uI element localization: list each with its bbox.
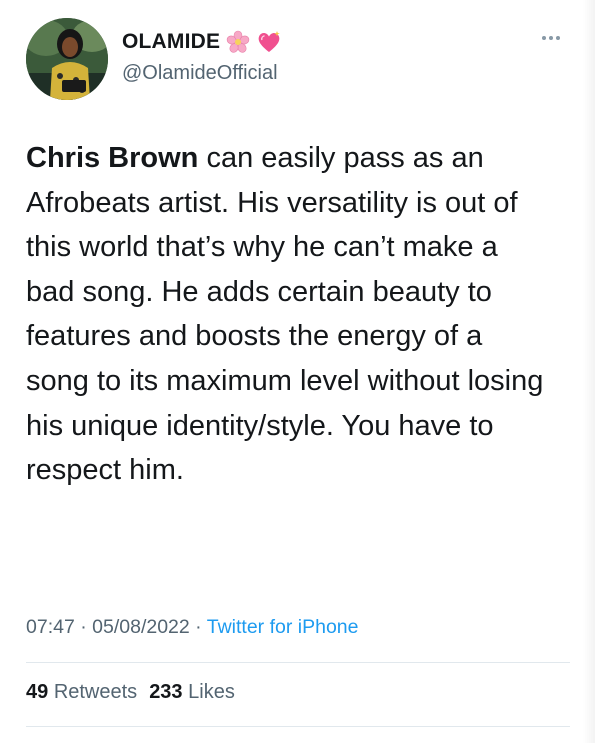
divider — [26, 662, 570, 663]
meta-separator: · — [189, 616, 207, 638]
more-dot — [556, 36, 560, 40]
likes-count: 233 — [149, 681, 183, 703]
avatar[interactable] — [26, 18, 108, 100]
likes-label: Likes — [188, 681, 235, 703]
tweet-time[interactable]: 07:47 — [26, 616, 75, 638]
tweet-text-lead: Chris Brown — [26, 142, 199, 174]
retweets-label: Retweets — [53, 681, 138, 703]
sparkling-heart-icon — [256, 30, 282, 54]
more-options-icon[interactable] — [542, 36, 560, 40]
tweet-text: Chris Brown can easily pass as an Afrobe… — [26, 136, 546, 493]
author-display-name[interactable]: OLAMIDE — [122, 30, 220, 54]
meta-separator: · — [74, 616, 93, 638]
author-handle[interactable]: @OlamideOfficial — [122, 62, 278, 85]
retweets-count: 49 — [26, 681, 49, 703]
more-dot — [542, 36, 546, 40]
likes-stat[interactable]: 233 Likes — [149, 681, 235, 703]
screen-edge — [583, 0, 595, 743]
author-name-row: OLAMIDE — [122, 30, 282, 54]
tweet-text-body: can easily pass as an Afrobeats artist. … — [26, 142, 544, 487]
tweet-stats: 49 Retweets 233 Likes — [26, 681, 235, 704]
divider — [26, 726, 570, 727]
tweet-card: OLAMIDE @OlamideOfficial Chris Brown can… — [0, 0, 595, 743]
tweet-date[interactable]: 05/08/2022 — [92, 616, 190, 638]
more-dot — [549, 36, 553, 40]
tweet-meta: 07:47 · 05/08/2022 · Twitter for iPhone — [26, 616, 358, 639]
tweet-source-link[interactable]: Twitter for iPhone — [207, 616, 359, 638]
cherry-blossom-icon — [226, 30, 250, 54]
retweets-stat[interactable]: 49 Retweets — [26, 681, 137, 703]
avatar-image — [26, 18, 108, 100]
